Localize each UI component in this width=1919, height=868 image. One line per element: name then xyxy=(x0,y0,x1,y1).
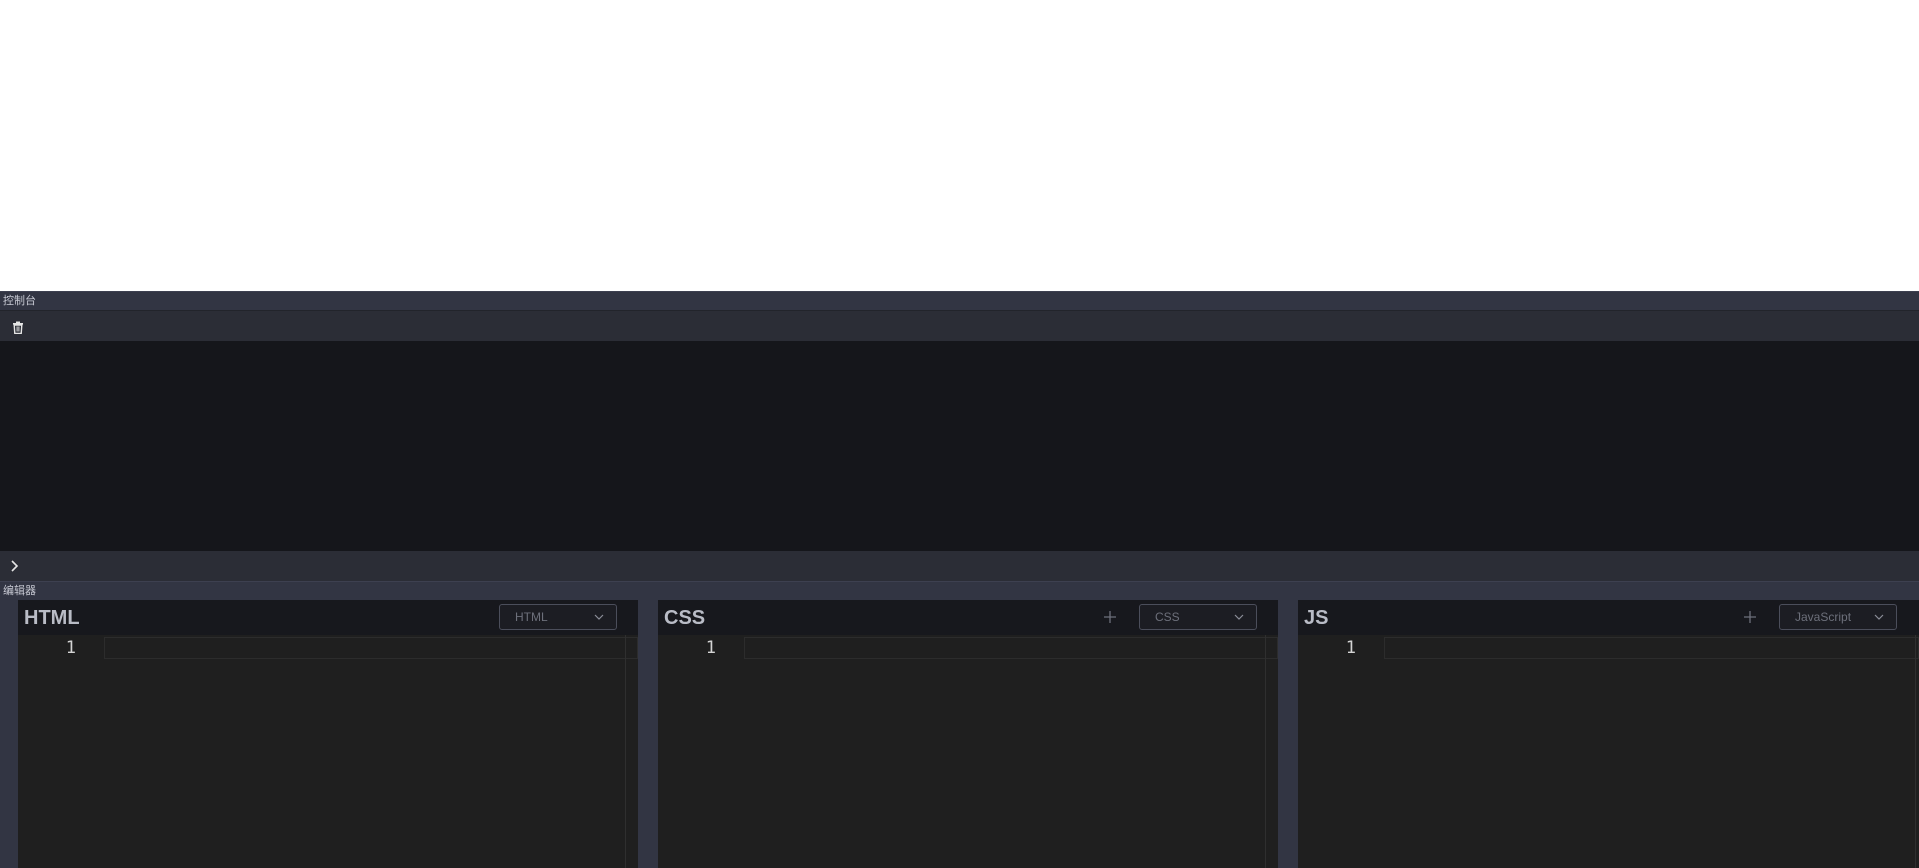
pane-header: HTML HTML xyxy=(18,600,638,635)
chevron-down-icon xyxy=(594,614,604,620)
ruler xyxy=(1915,635,1916,868)
html-code-area[interactable]: 1 xyxy=(18,635,638,868)
css-code-area[interactable]: 1 xyxy=(658,635,1278,868)
js-editor-pane: JS JavaScript 1 xyxy=(1298,600,1919,868)
clear-console-button[interactable] xyxy=(10,319,26,335)
pane-title: HTML xyxy=(24,607,80,629)
current-line-highlight xyxy=(1384,637,1919,659)
html-editor-pane: HTML HTML 1 xyxy=(18,600,638,868)
add-script-button[interactable] xyxy=(1742,609,1758,625)
css-editor-pane: CSS CSS 1 xyxy=(658,600,1278,868)
pane-title: CSS xyxy=(664,607,706,629)
trash-icon xyxy=(13,321,23,334)
console-toolbar xyxy=(0,310,1919,341)
add-stylesheet-button[interactable] xyxy=(1102,609,1118,625)
current-line-highlight xyxy=(744,637,1278,659)
editor-header: 编辑器 xyxy=(0,581,1919,600)
pane-header: CSS CSS xyxy=(658,600,1278,635)
console-header: 控制台 xyxy=(0,291,1919,310)
select-value: HTML xyxy=(515,610,548,624)
pane-header: JS JavaScript xyxy=(1298,600,1919,635)
console-input[interactable] xyxy=(0,551,1919,581)
css-language-select[interactable]: CSS xyxy=(1139,604,1257,630)
editor-title: 编辑器 xyxy=(3,584,36,597)
chevron-right-icon xyxy=(11,560,19,572)
line-number: 1 xyxy=(705,638,716,658)
line-number: 1 xyxy=(1345,638,1356,658)
js-language-select[interactable]: JavaScript xyxy=(1779,604,1897,630)
ruler xyxy=(1265,635,1266,868)
select-value: CSS xyxy=(1155,610,1180,624)
chevron-down-icon xyxy=(1234,614,1244,620)
preview-frame xyxy=(0,0,1919,291)
console-output xyxy=(0,341,1919,551)
select-value: JavaScript xyxy=(1795,610,1852,624)
pane-title: JS xyxy=(1304,607,1329,629)
console-title: 控制台 xyxy=(3,294,36,307)
js-code-area[interactable]: 1 xyxy=(1298,635,1919,868)
editors-container: HTML HTML 1 CSS CSS 1 JS JavaScript 1 xyxy=(0,600,1919,868)
html-language-select[interactable]: HTML xyxy=(499,604,617,630)
ruler xyxy=(625,635,626,868)
chevron-down-icon xyxy=(1874,614,1884,620)
line-number: 1 xyxy=(65,638,76,658)
current-line-highlight xyxy=(104,637,638,659)
